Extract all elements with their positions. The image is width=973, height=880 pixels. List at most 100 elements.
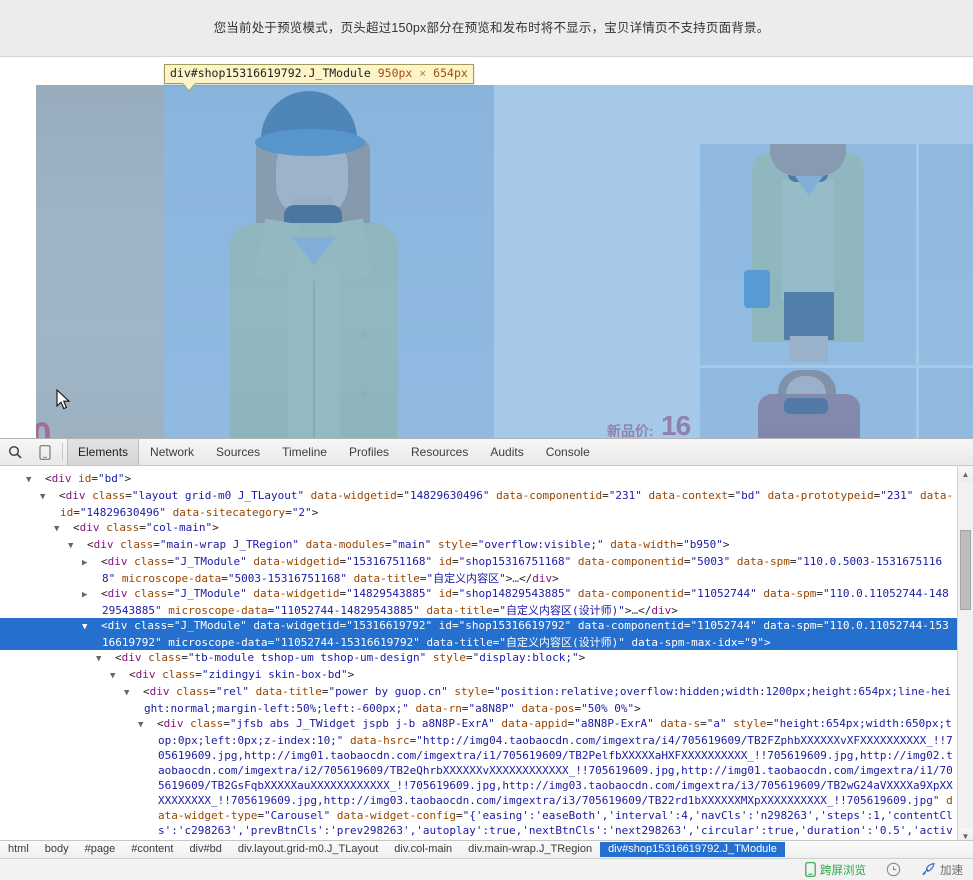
dom-node[interactable]: ▼<div class="tb-module tshop-um tshop-um… [0, 650, 973, 667]
dom-node[interactable]: ▼<div class="main-wrap J_TRegion" data-m… [0, 537, 973, 554]
dom-node-selected[interactable]: ▼<div class="J_TModule" data-widgetid="1… [0, 618, 973, 650]
dom-punct: = [816, 587, 823, 600]
dom-punct: > [634, 702, 641, 715]
thumb1-hair [770, 144, 846, 176]
breadcrumb-item[interactable]: html [0, 842, 37, 857]
thumb1-skirt [784, 292, 834, 340]
dom-punct: = [452, 587, 459, 600]
dom-punct: = [257, 809, 264, 822]
tab-network[interactable]: Network [139, 439, 205, 465]
dom-val: "231" [609, 489, 642, 502]
dom-punct: = [221, 572, 228, 585]
dom-val: "14829543885" [346, 587, 432, 600]
dom-attr: data-width [604, 538, 677, 551]
dom-attr: data-componentid [571, 587, 684, 600]
dom-attr: data-componentid [571, 555, 684, 568]
dom-node[interactable]: ▼<div class="zidingyi skin-box-bd"> [0, 667, 973, 684]
dom-tree-view[interactable]: ▼<div id="bd">▼<div class="layout grid-m… [0, 466, 973, 844]
dom-punct: = [125, 489, 132, 502]
chevron-down-icon[interactable]: ▼ [78, 539, 87, 554]
dom-val: "J_TModule" [174, 555, 247, 568]
scrollbar-thumb[interactable] [960, 530, 971, 610]
breadcrumb-item[interactable]: div.main-wrap.J_TRegion [460, 842, 600, 857]
breadcrumb-item[interactable]: div.col-main [386, 842, 460, 857]
clock-icon [886, 862, 901, 877]
inspect-element-button[interactable] [0, 439, 30, 465]
status-bar-item-clock[interactable] [876, 862, 911, 877]
dom-tag: div [94, 538, 114, 551]
dom-punct: = [602, 489, 609, 502]
tab-resources[interactable]: Resources [400, 439, 479, 465]
dom-node[interactable]: ▶<div class="J_TModule" data-widgetid="1… [0, 554, 973, 586]
chevron-right-icon[interactable]: ▶ [92, 588, 101, 603]
dom-punct: > [552, 572, 559, 585]
dom-attr: data-componentid [571, 619, 684, 632]
dom-attr: class [184, 717, 224, 730]
dom-attr: data-spm [757, 619, 817, 632]
dom-punct: = [73, 506, 80, 519]
dom-punct: = [181, 651, 188, 664]
chevron-down-icon[interactable]: ▼ [120, 669, 129, 684]
dom-node[interactable]: ▼<div class="rel" data-title="power by g… [0, 684, 973, 716]
dom-node[interactable]: ▼<div class="jfsb abs J_TWidget jspb j-b… [0, 716, 973, 844]
tab-audits[interactable]: Audits [479, 439, 534, 465]
dom-punct: = [728, 489, 735, 502]
tab-console[interactable]: Console [535, 439, 601, 465]
status-bar-item-rocket[interactable]: 加速 [911, 862, 973, 878]
dom-punct: > [723, 538, 730, 551]
dom-attr: data-prototypeid [761, 489, 874, 502]
dom-punct: > [671, 604, 678, 617]
dom-node[interactable]: ▼<div class="layout grid-m0 J_TLayout" d… [0, 488, 973, 520]
breadcrumb-item[interactable]: div#bd [181, 842, 229, 857]
breadcrumb-item[interactable]: #content [123, 842, 181, 857]
dom-attr: id [432, 555, 452, 568]
dom-attr: data-widgetid [247, 619, 340, 632]
tab-sources[interactable]: Sources [205, 439, 271, 465]
browser-status-bar: 跨屏浏览 加速 [0, 858, 973, 880]
model-coat-button-lower [360, 391, 367, 398]
dom-attr: data-appid [495, 717, 568, 730]
breadcrumb-item[interactable]: div#shop15316619792.J_TModule [600, 842, 785, 857]
thumbnail-image-2[interactable] [700, 368, 916, 438]
thumbnail-image-1[interactable] [700, 144, 916, 365]
dom-tree-scrollbar[interactable]: ▲ ▼ [957, 466, 973, 844]
dom-attr: class [170, 685, 210, 698]
chevron-down-icon[interactable]: ▼ [50, 490, 59, 505]
dom-node[interactable]: ▶<div class="J_TModule" data-widgetid="1… [0, 586, 973, 618]
dom-attr: style [431, 538, 471, 551]
dom-punct: </ [638, 604, 651, 617]
status-bar-item-phone[interactable]: 跨屏浏览 [795, 862, 876, 878]
breadcrumb-item[interactable]: #page [77, 842, 124, 857]
dom-attr: class [142, 651, 182, 664]
dom-tag: div [136, 668, 156, 681]
chevron-down-icon[interactable]: ▼ [134, 686, 143, 701]
dom-punct: = [462, 702, 469, 715]
dom-val: "tb-module tshop-um tshop-um-design" [188, 651, 426, 664]
thumbnail-image-4[interactable] [919, 368, 973, 438]
model-coat-button-upper [360, 331, 367, 338]
new-price-label: 新品价: [607, 421, 654, 438]
dom-punct: > [125, 472, 132, 485]
breadcrumb-item[interactable]: div.layout.grid-m0.J_TLayout [230, 842, 386, 857]
tab-elements[interactable]: Elements [67, 439, 139, 465]
scroll-up-arrow[interactable]: ▲ [958, 466, 973, 482]
dom-node[interactable]: ▼<div id="bd"> [0, 471, 973, 488]
tooltip-selector: div#shop15316619792.J_TModule [170, 66, 371, 80]
chevron-down-icon[interactable]: ▼ [148, 718, 157, 733]
breadcrumb-item[interactable]: body [37, 842, 77, 857]
chevron-right-icon[interactable]: ▶ [92, 556, 101, 571]
chevron-down-icon[interactable]: ▼ [64, 522, 73, 537]
dom-punct: > [212, 521, 219, 534]
chevron-down-icon[interactable]: ▼ [106, 652, 115, 667]
toggle-device-mode-button[interactable] [30, 439, 60, 465]
chevron-down-icon[interactable]: ▼ [36, 473, 45, 488]
dom-attr: data-s [654, 717, 700, 730]
tab-timeline[interactable]: Timeline [271, 439, 338, 465]
dom-node[interactable]: ▼<div class="col-main"> [0, 520, 973, 537]
thumbnail-image-3[interactable] [919, 144, 973, 365]
dom-val: "display:block;" [473, 651, 579, 664]
chevron-down-icon[interactable]: ▼ [92, 620, 101, 635]
dom-attr: data-title [347, 572, 420, 585]
tab-profiles[interactable]: Profiles [338, 439, 400, 465]
preview-notice-bar: 您当前处于预览模式，页头超过150px部分在预览和发布时将不显示，宝贝详情页不支… [0, 0, 973, 57]
